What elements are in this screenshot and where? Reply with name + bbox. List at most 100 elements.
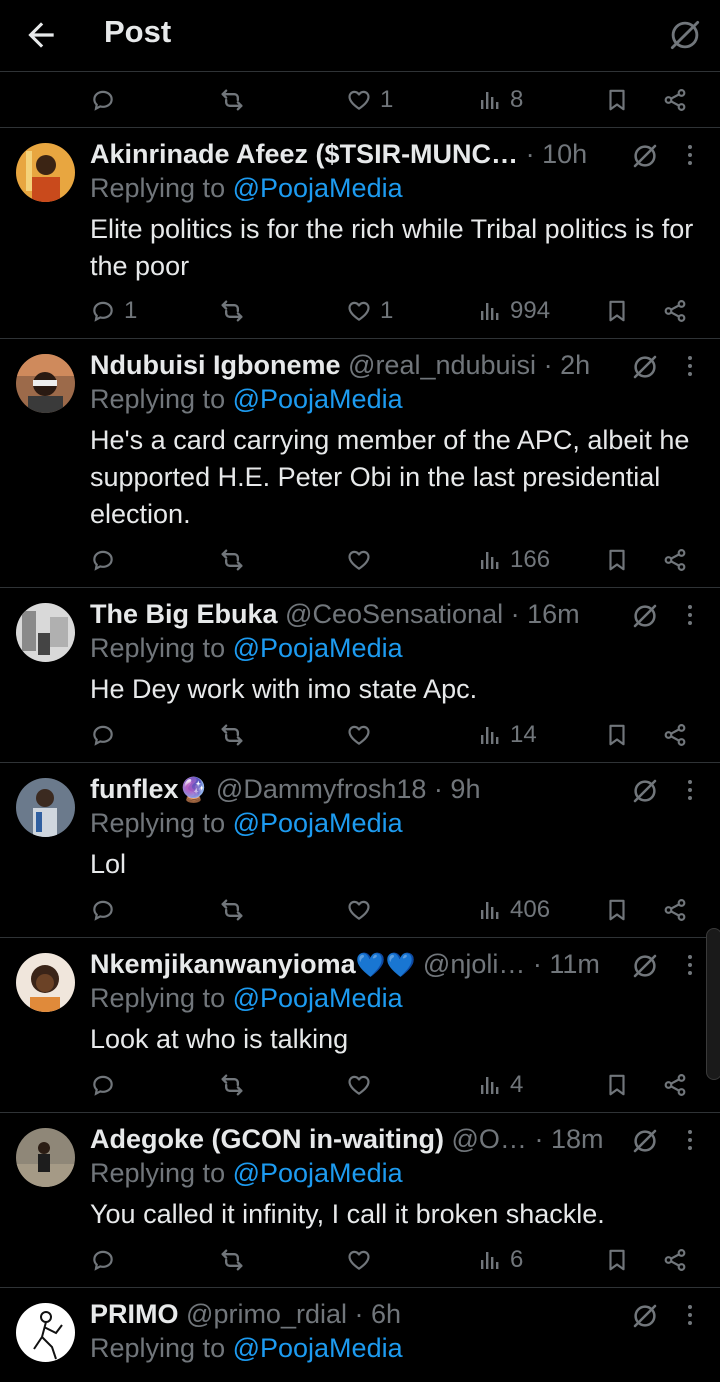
display-name[interactable]: Nkemjikanwanyioma <box>90 949 356 979</box>
timestamp[interactable]: 11m <box>549 949 600 979</box>
display-name[interactable]: PRIMO <box>90 1299 179 1329</box>
more-icon[interactable] <box>678 353 702 379</box>
reply-button[interactable] <box>90 1240 124 1280</box>
mention-link[interactable]: @PoojaMedia <box>233 1158 403 1188</box>
repost-button[interactable] <box>218 540 254 580</box>
user-handle[interactable]: @Dammyfrosh18 <box>216 774 426 804</box>
display-name[interactable]: Ndubuisi Igboneme <box>90 350 341 380</box>
grok-icon[interactable] <box>630 1301 660 1331</box>
grok-icon[interactable] <box>630 1126 660 1156</box>
like-button[interactable] <box>346 890 380 930</box>
reply-tweet[interactable]: Ndubuisi Igboneme @real_ndubuisi · 2h Rep… <box>0 340 720 588</box>
more-icon[interactable] <box>678 777 702 803</box>
scrollbar[interactable] <box>706 928 720 1080</box>
bookmark-button[interactable] <box>604 80 630 120</box>
user-handle[interactable]: @primo_rdial <box>186 1299 347 1329</box>
bookmark-button[interactable] <box>604 540 630 580</box>
mention-link[interactable]: @PoojaMedia <box>233 983 403 1013</box>
user-handle[interactable]: @njoli… <box>423 949 525 979</box>
mention-link[interactable]: @PoojaMedia <box>233 633 403 663</box>
repost-button[interactable] <box>218 1240 254 1280</box>
mention-link[interactable]: @PoojaMedia <box>233 1333 403 1363</box>
timestamp[interactable]: 6h <box>371 1299 401 1329</box>
bookmark-button[interactable] <box>604 1065 630 1105</box>
reply-button[interactable] <box>90 1065 124 1105</box>
share-button[interactable] <box>662 715 688 755</box>
bookmark-button[interactable] <box>604 890 630 930</box>
more-icon[interactable] <box>678 1302 702 1328</box>
like-button[interactable] <box>346 715 380 755</box>
user-handle[interactable]: @CeoSensational <box>285 599 503 629</box>
avatar[interactable] <box>16 143 75 202</box>
display-name[interactable]: The Big Ebuka <box>90 599 278 629</box>
reply-button[interactable] <box>90 890 124 930</box>
reply-tweet[interactable]: Nkemjikanwanyioma💙💙 @njoli… · 11m Replyin… <box>0 939 720 1113</box>
timestamp[interactable]: 2h <box>560 350 590 380</box>
grok-icon[interactable] <box>630 776 660 806</box>
like-button[interactable]: 1 <box>346 80 393 120</box>
like-button[interactable]: 1 <box>346 291 393 331</box>
grok-icon[interactable] <box>666 16 704 54</box>
display-name[interactable]: funflex <box>90 774 179 804</box>
views-button[interactable]: 406 <box>478 890 550 930</box>
timestamp[interactable]: 18m <box>551 1124 604 1154</box>
mention-link[interactable]: @PoojaMedia <box>233 808 403 838</box>
views-button[interactable]: 6 <box>478 1240 523 1280</box>
grok-icon[interactable] <box>630 141 660 171</box>
reply-tweet[interactable]: Akinrinade Afeez ($TSIR-MUNC… · 10h Reply… <box>0 129 720 339</box>
reply-tweet[interactable]: PRIMO @primo_rdial · 6h Replying to @Pooj… <box>0 1289 720 1382</box>
share-button[interactable] <box>662 1065 688 1105</box>
more-icon[interactable] <box>678 1127 702 1153</box>
reply-button[interactable] <box>90 715 124 755</box>
repost-button[interactable] <box>218 80 254 120</box>
share-button[interactable] <box>662 291 688 331</box>
views-button[interactable]: 166 <box>478 540 550 580</box>
reply-button[interactable] <box>90 540 124 580</box>
views-button[interactable]: 8 <box>478 80 523 120</box>
views-button[interactable]: 4 <box>478 1065 523 1105</box>
avatar[interactable] <box>16 354 75 413</box>
avatar[interactable] <box>16 1303 75 1362</box>
reply-tweet[interactable]: funflex🔮 @Dammyfrosh18 · 9h Replying to @… <box>0 764 720 938</box>
grok-icon[interactable] <box>630 951 660 981</box>
mention-link[interactable]: @PoojaMedia <box>233 384 403 414</box>
views-button[interactable]: 14 <box>478 715 537 755</box>
mention-link[interactable]: @PoojaMedia <box>233 173 403 203</box>
more-icon[interactable] <box>678 602 702 628</box>
timestamp[interactable]: 16m <box>527 599 580 629</box>
display-name[interactable]: Adegoke (GCON in-waiting) <box>90 1124 444 1154</box>
like-button[interactable] <box>346 1065 380 1105</box>
bookmark-button[interactable] <box>604 1240 630 1280</box>
repost-button[interactable] <box>218 1065 254 1105</box>
like-button[interactable] <box>346 540 380 580</box>
share-button[interactable] <box>662 890 688 930</box>
grok-icon[interactable] <box>630 601 660 631</box>
reply-tweet[interactable]: The Big Ebuka @CeoSensational · 16m Reply… <box>0 589 720 763</box>
more-icon[interactable] <box>678 142 702 168</box>
user-handle[interactable]: @real_ndubuisi <box>348 350 536 380</box>
avatar[interactable] <box>16 778 75 837</box>
repost-button[interactable] <box>218 715 254 755</box>
reply-button[interactable] <box>90 80 124 120</box>
repost-button[interactable] <box>218 890 254 930</box>
user-handle[interactable]: @O… <box>452 1124 527 1154</box>
reply-button[interactable]: 1 <box>90 291 137 331</box>
timestamp[interactable]: 9h <box>450 774 480 804</box>
share-button[interactable] <box>662 540 688 580</box>
avatar[interactable] <box>16 1128 75 1187</box>
repost-button[interactable] <box>218 291 254 331</box>
avatar[interactable] <box>16 603 75 662</box>
more-icon[interactable] <box>678 952 702 978</box>
bookmark-button[interactable] <box>604 291 630 331</box>
share-button[interactable] <box>662 1240 688 1280</box>
grok-icon[interactable] <box>630 352 660 382</box>
bookmark-button[interactable] <box>604 715 630 755</box>
share-button[interactable] <box>662 80 688 120</box>
avatar[interactable] <box>16 953 75 1012</box>
display-name[interactable]: Akinrinade Afeez ($TSIR-MUNC… <box>90 139 518 169</box>
views-button[interactable]: 994 <box>478 291 550 331</box>
reply-tweet[interactable]: Adegoke (GCON in-waiting) @O… · 18m Reply… <box>0 1114 720 1288</box>
timestamp[interactable]: 10h <box>542 139 587 169</box>
like-button[interactable] <box>346 1240 380 1280</box>
back-arrow-icon[interactable] <box>22 16 60 54</box>
